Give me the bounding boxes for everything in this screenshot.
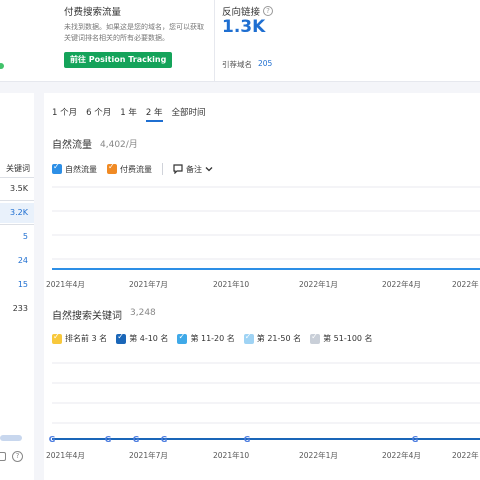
legend-label: 自然流量	[65, 164, 97, 174]
x-tick-label: 2021年7月	[129, 280, 168, 289]
legend-21-50[interactable]: 第 21-50 名	[243, 332, 302, 344]
table-cell: 233	[12, 304, 28, 313]
x-tick-label: 2022年4月	[382, 451, 421, 460]
table-cell[interactable]: 3.2K	[10, 208, 28, 217]
tab-2-years[interactable]: 2 年	[145, 106, 163, 122]
legend-11-20[interactable]: 第 11-20 名	[177, 332, 235, 344]
table-cell: 3.5K	[10, 184, 28, 193]
position-tracking-button[interactable]: 前往 Position Tracking	[64, 52, 173, 68]
backlinks-title: 反向链接 ?	[222, 4, 274, 18]
x-tick-label: 2022年	[452, 451, 479, 460]
referring-domains-value[interactable]: 205	[258, 59, 272, 68]
backlinks-value[interactable]: 1.3K	[222, 17, 265, 37]
x-tick-label: 2021年4月	[46, 451, 85, 460]
traffic-legend: 自然流量 付费流量 备注	[52, 162, 213, 175]
export-icon[interactable]	[0, 452, 6, 461]
period-tabs: 1 个月 6 个月 1 年 2 年 全部时间	[52, 106, 206, 122]
tab-1-month[interactable]: 1 个月	[52, 106, 77, 122]
table-cell[interactable]: 5	[23, 232, 28, 241]
x-tick-label: 2021年7月	[129, 451, 168, 460]
paid-traffic-desc: 未找到数据。如果这是您的域名，您可以获取关键词排名相关的所有必要数据。	[64, 23, 204, 42]
legend-paid[interactable]: 付费流量	[107, 162, 152, 175]
checkbox-icon[interactable]	[177, 332, 188, 344]
checkbox-icon[interactable]	[107, 162, 117, 174]
organic-traffic-title: 自然流量	[52, 140, 92, 151]
x-tick-label: 2021年10	[213, 280, 250, 289]
keywords-legend: 排名前 3 名 第 4-10 名 第 11-20 名 第 21-50 名 第 5…	[52, 332, 373, 344]
scrollbar[interactable]	[0, 435, 22, 441]
checkbox-icon[interactable]	[52, 162, 62, 174]
legend-organic[interactable]: 自然流量	[52, 162, 97, 175]
tab-6-months[interactable]: 6 个月	[86, 106, 111, 122]
divider	[214, 0, 215, 82]
checkbox-icon[interactable]	[243, 332, 254, 344]
comment-icon	[173, 164, 183, 174]
legend-label: 第 51-100 名	[323, 334, 373, 343]
x-tick-label: 2021年4月	[46, 280, 85, 289]
checkbox-icon[interactable]	[52, 332, 62, 344]
summary-bar: 付费搜索流量 未找到数据。如果这是您的域名，您可以获取关键词排名相关的所有必要数…	[0, 0, 480, 82]
x-tick-label: 2022年4月	[382, 280, 421, 289]
keywords-column-header: 关键词	[6, 164, 30, 173]
x-tick-label: 2022年1月	[299, 280, 338, 289]
backlinks-label: 反向链接	[222, 7, 261, 18]
x-tick-label: 2021年10	[213, 451, 250, 460]
paid-traffic-title: 付费搜索流量	[64, 7, 122, 18]
organic-keywords-value: 3,248	[130, 308, 156, 318]
table-cell[interactable]: 15	[18, 280, 28, 289]
legend-label: 第 21-50 名	[256, 334, 302, 343]
legend-51-100[interactable]: 第 51-100 名	[310, 332, 373, 344]
divider	[162, 163, 163, 175]
info-icon[interactable]: ?	[263, 6, 274, 16]
notes-label: 备注	[186, 164, 202, 174]
x-tick-label: 2022年1月	[299, 451, 338, 460]
help-icon[interactable]: ?	[12, 451, 23, 462]
status-dot	[0, 63, 4, 69]
table-cell[interactable]: 24	[18, 256, 28, 265]
keywords-side-table: 关键词 3.5K 3.2K 5 24 15 233 ?	[0, 93, 34, 480]
divider	[0, 177, 34, 178]
divider	[0, 200, 34, 201]
legend-4-10[interactable]: 第 4-10 名	[116, 332, 169, 344]
legend-top3[interactable]: 排名前 3 名	[52, 332, 108, 344]
referring-domains-label: 引荐域名	[222, 60, 252, 69]
legend-label: 排名前 3 名	[65, 334, 108, 343]
tab-all-time[interactable]: 全部时间	[172, 106, 206, 122]
checkbox-icon[interactable]	[116, 332, 127, 344]
notes-dropdown[interactable]: 备注	[173, 164, 213, 175]
legend-label: 付费流量	[120, 164, 152, 174]
organic-keywords-title: 自然搜索关键词	[52, 311, 122, 322]
chevron-down-icon	[205, 167, 213, 172]
organic-traffic-value: 4,402/月	[100, 140, 138, 150]
divider	[0, 224, 34, 225]
legend-label: 第 4-10 名	[129, 334, 169, 343]
checkbox-icon[interactable]	[310, 332, 321, 344]
tab-1-year[interactable]: 1 年	[120, 106, 137, 122]
legend-label: 第 11-20 名	[190, 334, 235, 343]
x-tick-label: 2022年	[452, 280, 479, 289]
